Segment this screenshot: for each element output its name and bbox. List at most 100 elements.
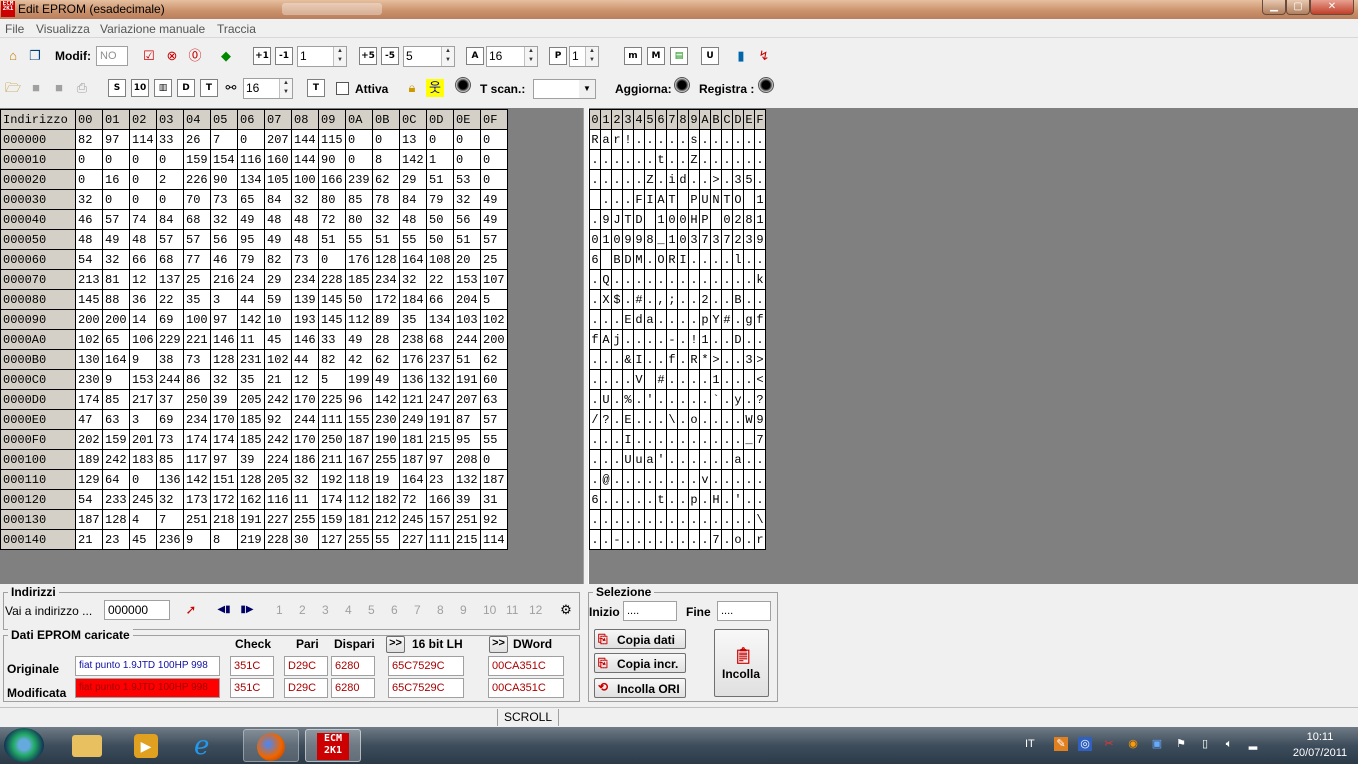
ascii-cell[interactable]	[677, 189, 689, 210]
hex-cell[interactable]: 45	[264, 329, 292, 350]
hex-cell[interactable]: 145	[318, 309, 346, 330]
ascii-cell[interactable]: .	[721, 349, 733, 370]
hex-cell[interactable]: 11	[291, 489, 319, 510]
hex-cell[interactable]: 106	[129, 329, 157, 350]
hex-cell[interactable]: 5	[480, 289, 508, 310]
hex-cell[interactable]: 102	[264, 349, 292, 370]
hex-cell[interactable]: 50	[426, 209, 454, 230]
ascii-cell[interactable]: .	[622, 469, 634, 490]
hex-cell[interactable]: 226	[183, 169, 211, 190]
hex-cell[interactable]: 185	[237, 429, 265, 450]
ascii-cell[interactable]: P	[699, 209, 711, 230]
ascii-cell[interactable]: 7	[721, 229, 733, 250]
minus-one-icon[interactable]: -1	[275, 47, 293, 65]
hex-cell[interactable]: 12	[129, 269, 157, 290]
hex-cell[interactable]: 46	[210, 249, 238, 270]
hex-cell[interactable]: 57	[480, 229, 508, 250]
hex-cell[interactable]: 227	[264, 509, 292, 530]
hex-cell[interactable]: 255	[372, 449, 400, 470]
ascii-cell[interactable]: .	[743, 149, 755, 170]
hex-cell[interactable]: 236	[156, 529, 184, 550]
ascii-cell[interactable]: .	[721, 169, 733, 190]
hex-cell[interactable]: 242	[264, 429, 292, 450]
hex-cell[interactable]: 128	[372, 249, 400, 270]
hex-cell[interactable]: 48	[75, 229, 103, 250]
hex-cell[interactable]: 55	[480, 429, 508, 450]
hex-cell[interactable]: 68	[156, 249, 184, 270]
ascii-cell[interactable]: 1	[666, 229, 678, 250]
hex-cell[interactable]: 164	[399, 249, 427, 270]
ascii-cell[interactable]: .	[622, 269, 634, 290]
hex-cell[interactable]: 230	[75, 369, 103, 390]
ascii-cell[interactable]: .	[677, 389, 689, 410]
ascii-cell[interactable]: .	[710, 329, 722, 350]
ascii-cell[interactable]: f	[666, 349, 678, 370]
ascii-cell[interactable]: .	[600, 149, 612, 170]
ascii-cell[interactable]: .	[743, 369, 755, 390]
language-indicator[interactable]: IT	[1025, 738, 1035, 750]
hex-cell[interactable]: 12	[291, 369, 319, 390]
ascii-cell[interactable]: .	[611, 169, 623, 190]
bookmark-11[interactable]: 11	[506, 603, 518, 617]
ascii-cell[interactable]: .	[688, 269, 700, 290]
hex-cell[interactable]: 85	[345, 189, 373, 210]
ascii-cell[interactable]: .	[589, 349, 601, 370]
ascii-cell[interactable]: 3	[743, 349, 755, 370]
hex-cell[interactable]: 170	[291, 429, 319, 450]
ascii-cell[interactable]: .	[666, 509, 678, 530]
hex-cell[interactable]: 32	[372, 209, 400, 230]
hex-cell[interactable]: 164	[102, 349, 130, 370]
hex-cell[interactable]: 181	[399, 429, 427, 450]
bookmark-4[interactable]: 4	[345, 603, 352, 617]
hex-cell[interactable]: 44	[237, 289, 265, 310]
hex-cell[interactable]: 251	[183, 509, 211, 530]
hex-cell[interactable]: 234	[372, 269, 400, 290]
hex-cell[interactable]: 234	[183, 409, 211, 430]
ascii-cell[interactable]: 0	[589, 229, 601, 250]
hex-cell[interactable]: 32	[75, 189, 103, 210]
hex-cell[interactable]: 35	[183, 289, 211, 310]
next-bookmark-icon[interactable]: ▮▶	[238, 601, 256, 619]
hex-cell[interactable]: 0	[453, 149, 481, 170]
hex-cell[interactable]: 174	[183, 429, 211, 450]
ascii-cell[interactable]: O	[732, 189, 744, 210]
ascii-cell[interactable]: .	[710, 429, 722, 450]
color-icon[interactable]: ◆	[217, 47, 235, 65]
hex-grid[interactable]: Indirizzo 00 01 02 03 04 05 06 07 08 09 0A 0B 0C 0D 0E 0…	[0, 109, 508, 550]
hex-cell[interactable]: 57	[102, 209, 130, 230]
hex-cell[interactable]: 193	[291, 309, 319, 330]
ascii-cell[interactable]: T	[721, 189, 733, 210]
ascii-cell[interactable]: .	[699, 429, 711, 450]
ascii-cell[interactable]: H	[710, 489, 722, 510]
m-caps-icon[interactable]: M	[647, 47, 665, 65]
hex-cell[interactable]: 187	[345, 429, 373, 450]
hex-cell[interactable]: 207	[453, 389, 481, 410]
ascii-cell[interactable]: .	[633, 169, 645, 190]
hex-cell[interactable]: 55	[399, 229, 427, 250]
ascii-cell[interactable]: .	[633, 509, 645, 530]
hex-cell[interactable]: 174	[210, 429, 238, 450]
hex-cell[interactable]: 84	[399, 189, 427, 210]
hex-cell[interactable]: 219	[237, 529, 265, 550]
hex-cell[interactable]: 255	[291, 509, 319, 530]
hex-cell[interactable]: 49	[372, 369, 400, 390]
hex-cell[interactable]: 228	[318, 269, 346, 290]
hex-cell[interactable]: 100	[183, 309, 211, 330]
ascii-cell[interactable]: .	[699, 509, 711, 530]
ascii-cell[interactable]: .	[677, 149, 689, 170]
ascii-cell[interactable]: .	[611, 189, 623, 210]
ascii-cell[interactable]: .	[611, 269, 623, 290]
hex-cell[interactable]: 184	[399, 289, 427, 310]
ie-taskbar-icon[interactable]: e	[180, 729, 236, 762]
hex-cell[interactable]: 21	[264, 369, 292, 390]
ascii-cell[interactable]: .	[688, 289, 700, 310]
ascii-cell[interactable]: F	[633, 189, 645, 210]
ascii-cell[interactable]: .	[732, 429, 744, 450]
font-size-icon[interactable]: A	[466, 47, 484, 65]
hex-cell[interactable]: 0	[345, 129, 373, 150]
ascii-cell[interactable]: .	[600, 189, 612, 210]
menu-visualizza[interactable]: Visualizza	[36, 22, 90, 36]
hex-cell[interactable]: 38	[156, 349, 184, 370]
tray-volume-icon[interactable]: 🔈︎	[1222, 737, 1236, 751]
t-icon[interactable]: T	[200, 79, 218, 97]
